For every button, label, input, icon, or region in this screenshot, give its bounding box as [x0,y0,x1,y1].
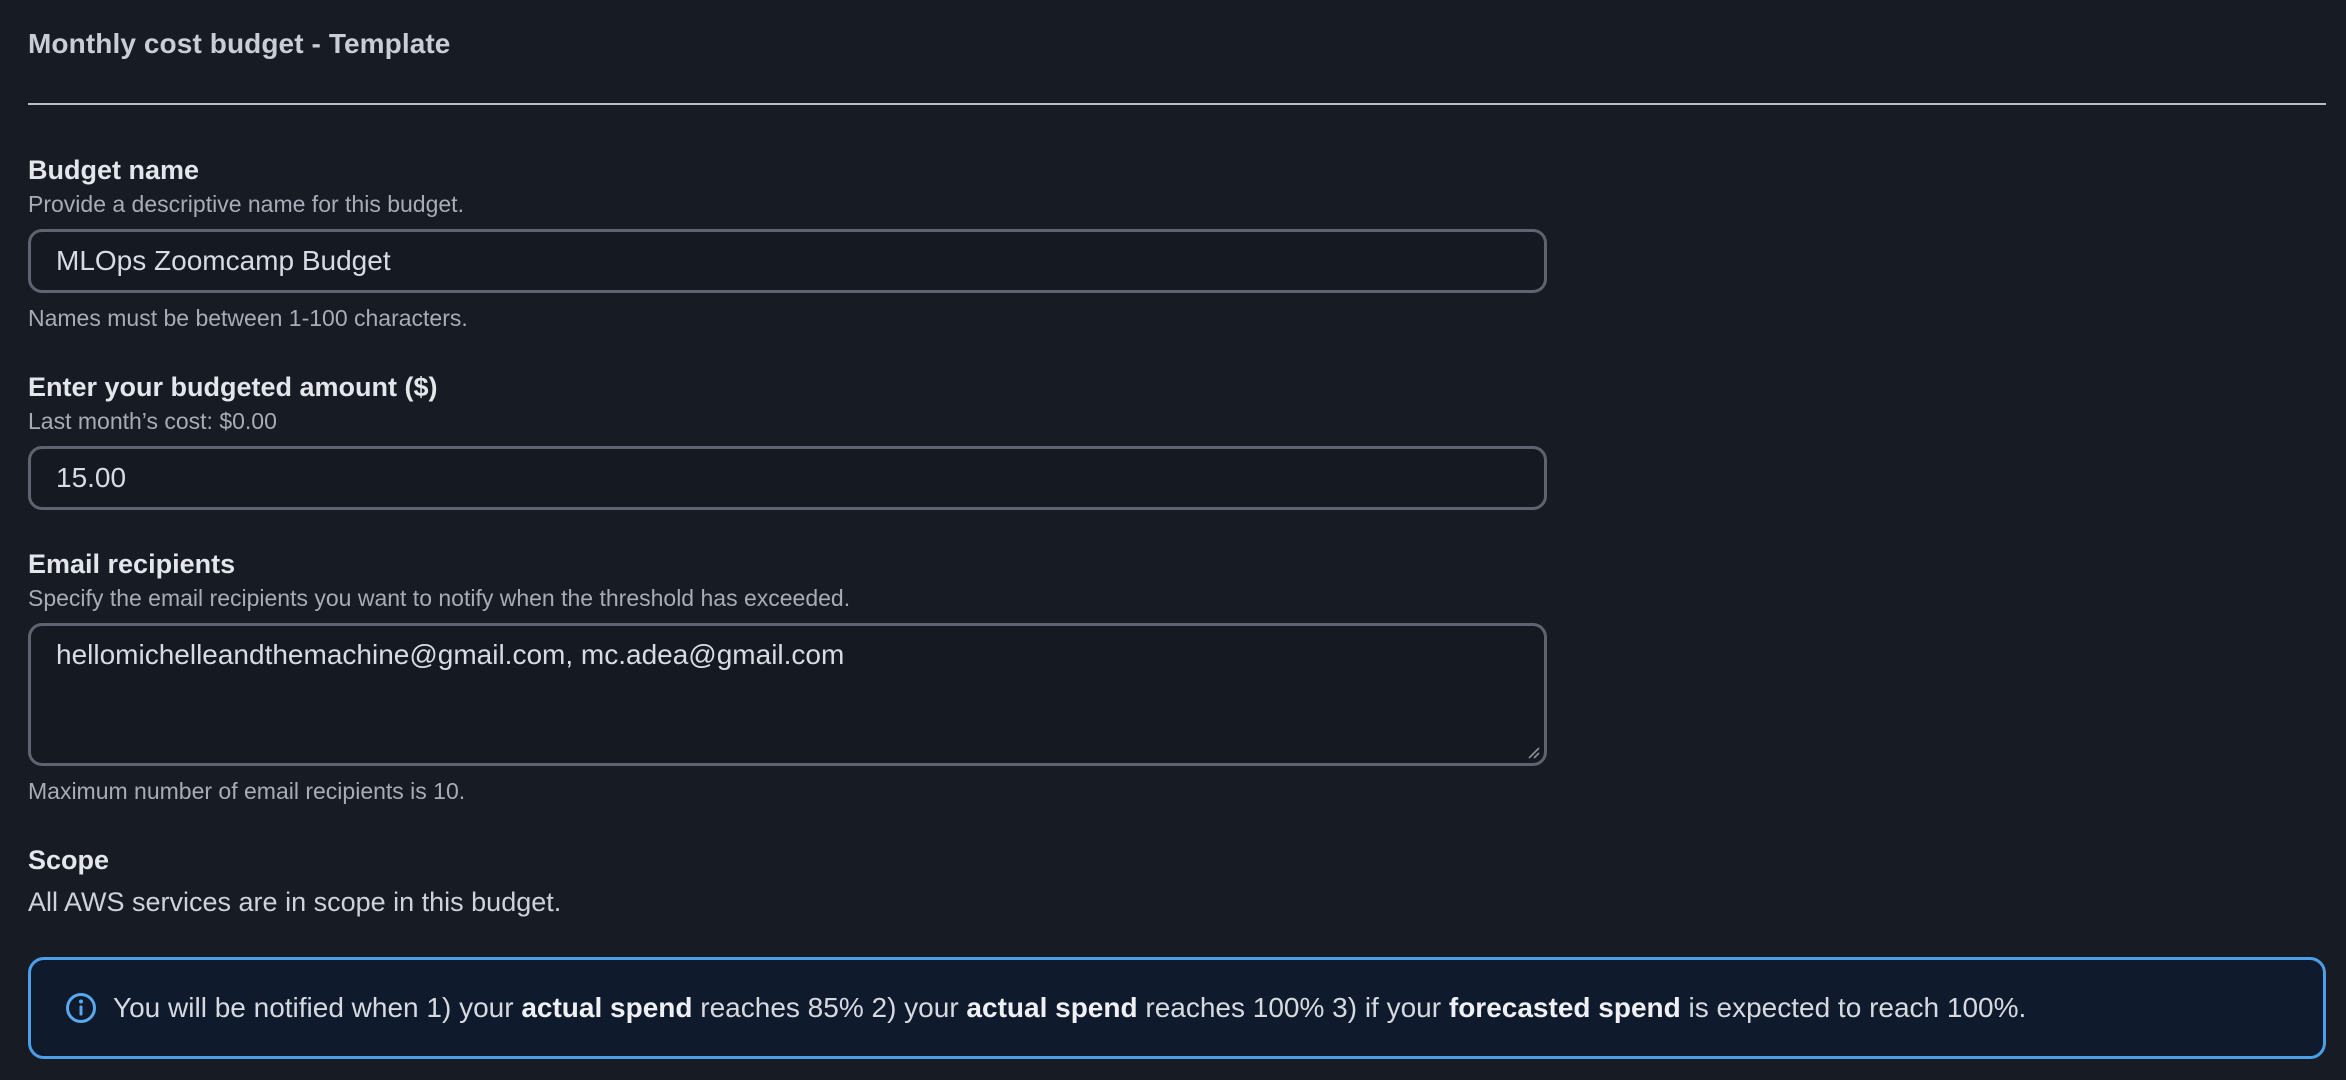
last-month-cost: Last month’s cost: $0.00 [28,408,277,434]
page-title: Monthly cost budget - Template [28,28,451,59]
email-recipients-hint: Maximum number of email recipients is 10… [28,778,466,804]
notification-info-alert: You will be notified when 1) your actual… [28,957,2326,1059]
info-icon [66,993,96,1023]
budget-name-input[interactable]: MLOps Zoomcamp Budget [28,229,1547,293]
budget-amount-label: Enter your budgeted amount ($) [28,372,438,402]
scope-section: Scope All AWS services are in scope in t… [28,843,1548,919]
budget-name-value: MLOps Zoomcamp Budget [56,245,391,276]
forecasted-spend-term: forecasted spend [1448,992,1681,1023]
budget-amount-input[interactable]: 15.00 [28,446,1547,510]
email-recipients-textarea[interactable]: hellomichelleandthemachine@gmail.com, mc… [28,623,1547,766]
email-recipients-label: Email recipients [28,549,236,579]
scope-text: All AWS services are in scope in this bu… [28,887,562,917]
scope-label: Scope [28,845,110,875]
budget-amount-field: Enter your budgeted amount ($) Last mont… [28,370,1548,510]
actual-spend-term: actual spend [966,992,1138,1023]
budget-amount-value: 15.00 [56,462,127,493]
budget-name-field: Budget name Provide a descriptive name f… [28,153,1548,333]
email-recipients-field: Email recipients Specify the email recip… [28,547,1548,806]
budget-name-hint: Names must be between 1-100 characters. [28,305,468,331]
email-recipients-description: Specify the email recipients you want to… [28,585,851,611]
email-recipients-value: hellomichelleandthemachine@gmail.com, mc… [56,639,845,670]
notification-info-text: You will be notified when 1) your actual… [113,992,2027,1023]
resize-handle-icon[interactable] [1526,745,1540,759]
header-divider [28,103,2326,105]
budget-name-label: Budget name [28,155,200,185]
actual-spend-term: actual spend [521,992,693,1023]
budget-name-description: Provide a descriptive name for this budg… [28,191,464,217]
